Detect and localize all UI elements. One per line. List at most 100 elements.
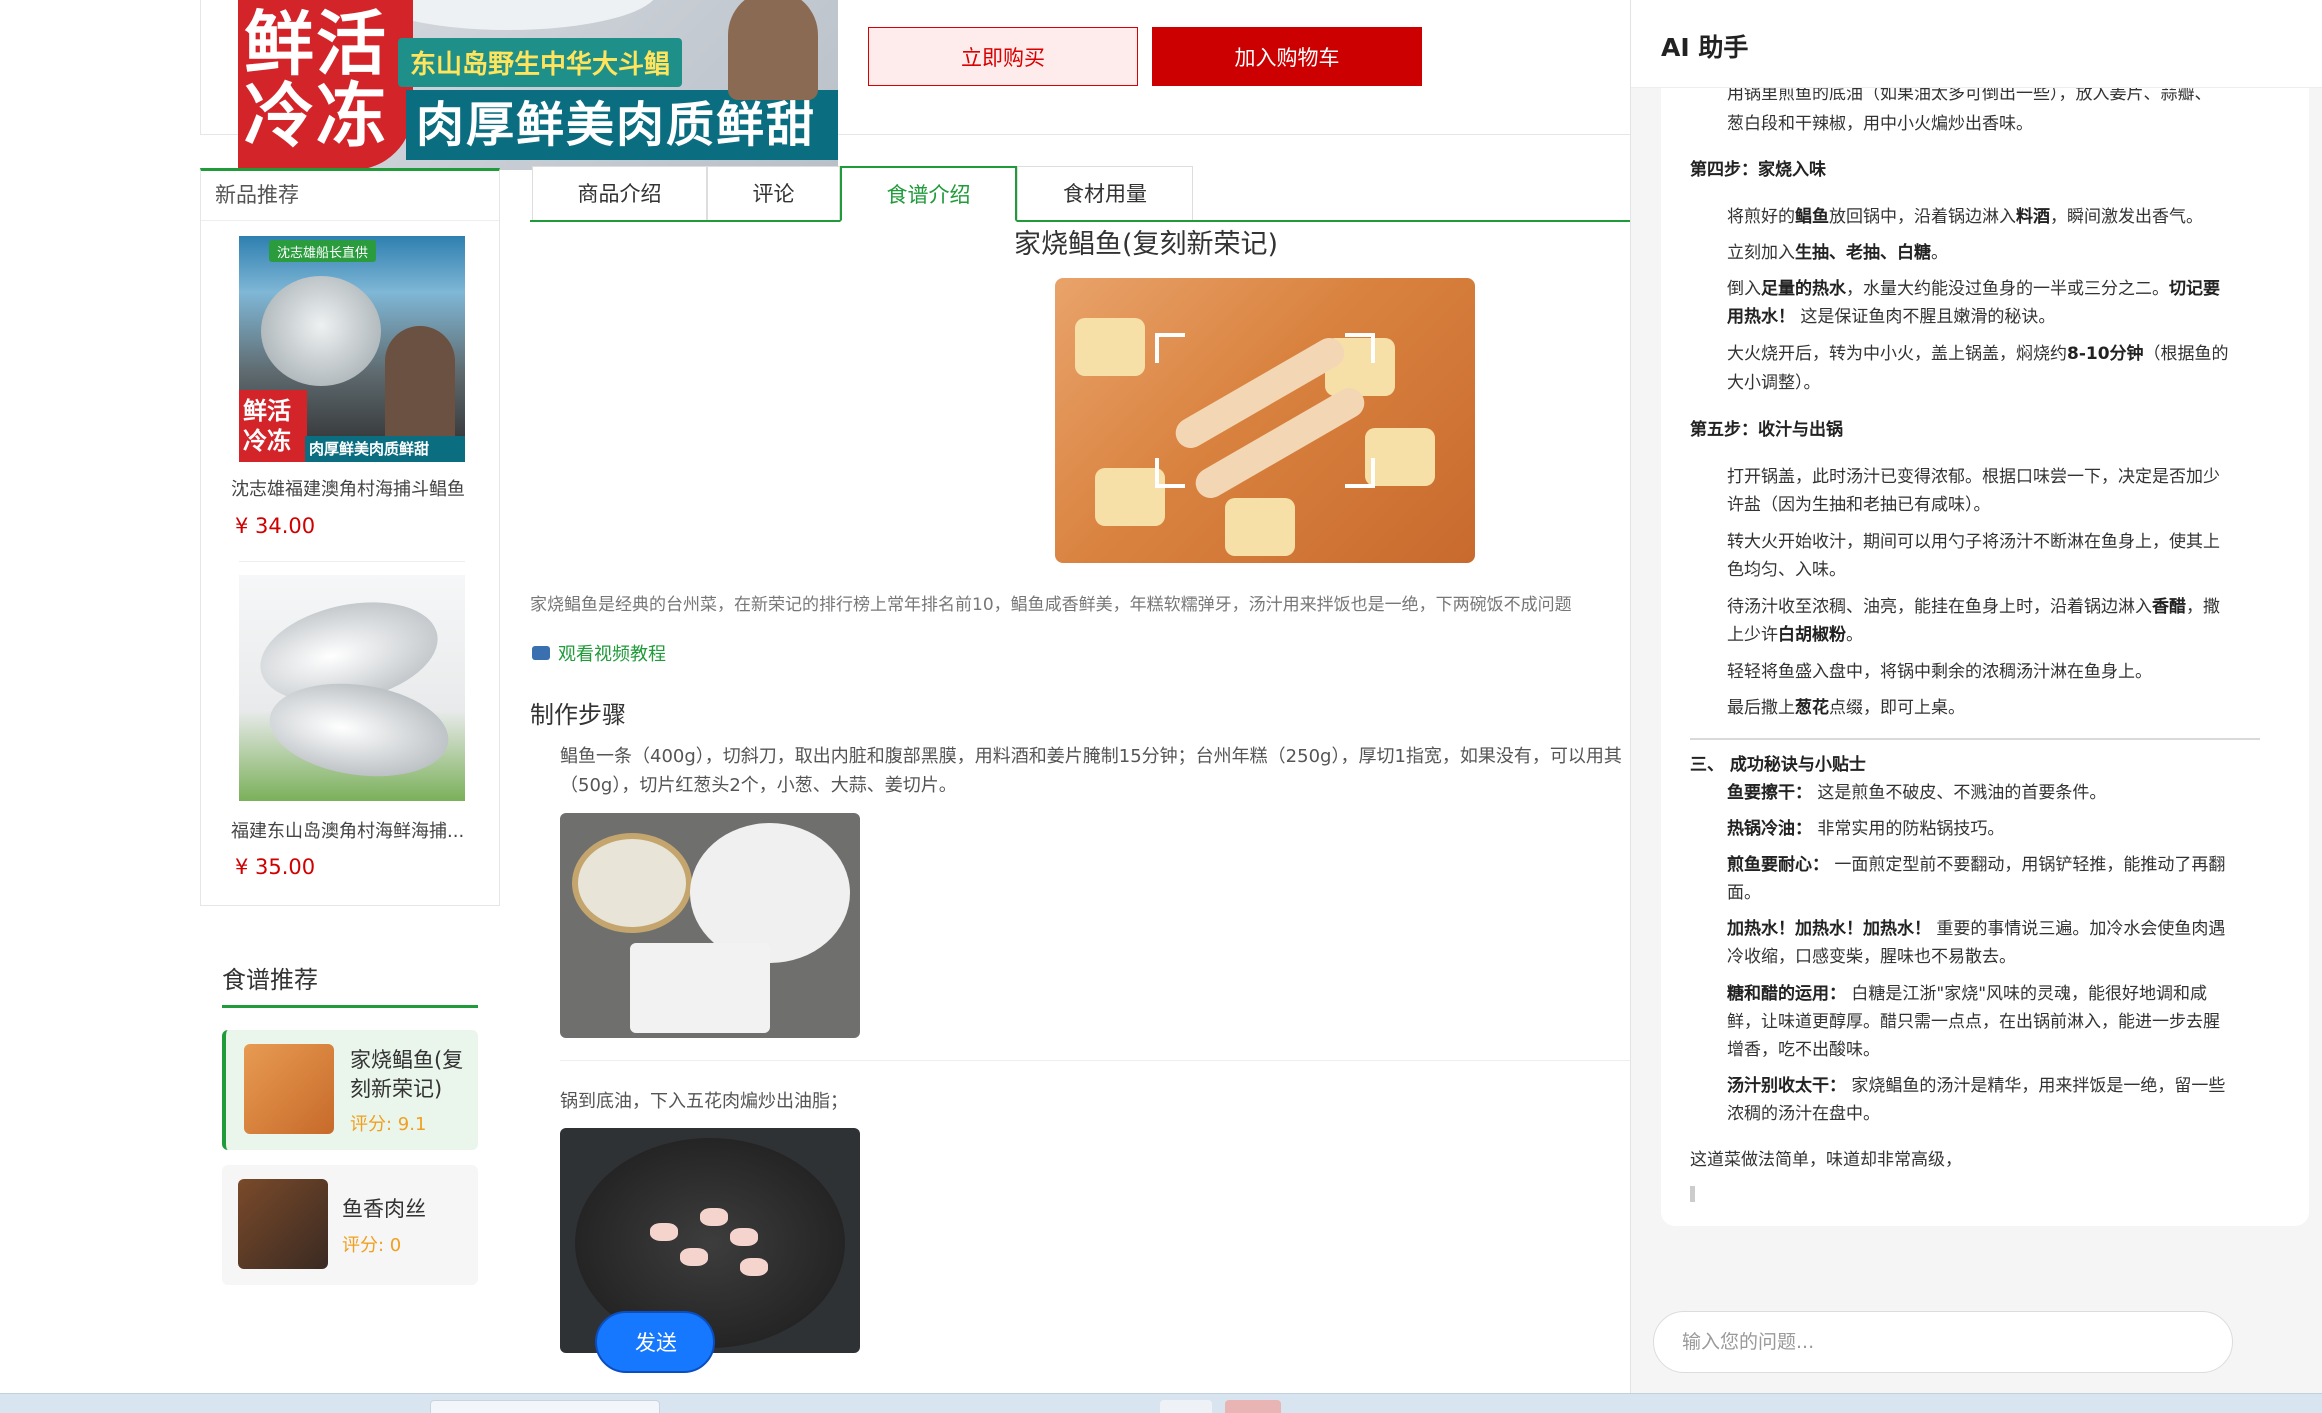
recipe-card-score: 评分: 0 [342, 1235, 402, 1256]
step-1-line-2: （50g），切片红葱头2个，小葱、大蒜、姜切片。 [560, 775, 957, 796]
thumb-red-label: 鲜活 冷冻 [239, 390, 307, 462]
video-icon [532, 646, 550, 660]
rice-cake [1225, 498, 1295, 556]
recipe-card-score: 评分: 9.1 [350, 1114, 427, 1135]
new-products-title: 新品推荐 [201, 171, 499, 221]
captain-graphic [385, 326, 455, 436]
watch-video-link[interactable]: 观看视频教程 [532, 640, 666, 666]
ai-line: 葱白段和干辣椒，用中小火煸炒出香味。 [1727, 114, 2033, 134]
thumb-strip: 肉厚鲜美肉质鲜甜 [305, 436, 465, 462]
step-2-text: 锅到底油，下入五花肉煸炒出油脂； [560, 1091, 848, 1112]
ai-header: AI 助手 [1631, 0, 2322, 88]
ai-tip: 冷收缩，口感变柴，腥味也不易散去。 [1727, 947, 2016, 967]
step-1-text: 鲳鱼一条（400g），切斜刀，取出内脏和腹部黑膜，用料酒和姜片腌制15分钟；台州… [560, 742, 1630, 800]
ai-question-input[interactable] [1653, 1311, 2233, 1373]
recipe-card-thumb [238, 1179, 328, 1269]
fish-graphic [261, 276, 381, 386]
new-product-2-image[interactable] [239, 575, 465, 801]
ai-line: 许盐（因为生抽和老抽已有咸味）。 [1727, 495, 1991, 515]
ai-line: 轻轻将鱼盛入盘中，将锅中剩余的浓稠汤汁淋在鱼身上。 [1727, 662, 2152, 682]
divider [239, 561, 465, 562]
ai-line: 转大火开始收汁，期间可以用勺子将汤汁不断淋在鱼身上，使其上 [1727, 532, 2220, 552]
ai-line: 立刻加入生抽、老抽、白糖。 [1727, 243, 1948, 263]
tab-product-intro[interactable]: 商品介绍 [532, 166, 707, 220]
thumb-badge: 沈志雄船长直供 [269, 240, 377, 262]
meat-piece [700, 1208, 728, 1226]
ai-line: 用锅里煎鱼的底油（如果油太多可倒出一些），放入姜片、蒜瓣、 [1727, 88, 2212, 104]
send-button[interactable]: 发送 [595, 1311, 715, 1373]
ai-line: 用热水！ 这是保证鱼肉不腥且嫩滑的秘诀。 [1727, 307, 2056, 327]
ai-line: 这道菜做法简单，味道却非常高级， [1690, 1150, 1962, 1170]
rice-cake [1365, 428, 1435, 486]
plate-graphic [690, 823, 850, 963]
tray-graphic [630, 943, 770, 1033]
tab-ingredients[interactable]: 食材用量 [1017, 166, 1193, 220]
recipe-card-1[interactable]: 家烧鲳鱼(复刻新荣记) 评分: 9.1 [222, 1030, 478, 1150]
taskbar-item[interactable] [1160, 1400, 1212, 1413]
hero-person [728, 0, 818, 100]
meat-piece [680, 1248, 708, 1266]
ai-message: 用锅里煎鱼的底油（如果油太多可倒出一些），放入姜片、蒜瓣、 葱白段和干辣椒，用中… [1661, 88, 2309, 1226]
ai-title: AI 助手 [1661, 33, 1749, 62]
product-hero-image[interactable]: 鲜活 冷冻 东山岛野生中华大斗鲳 肉厚鲜美肉质鲜甜 [238, 0, 838, 170]
recipe-recommend-title: 食谱推荐 [222, 966, 318, 994]
ai-line: 色均匀、入味。 [1727, 560, 1846, 580]
ai-tip: 糖和醋的运用： 白糖是江浙"家烧"风味的灵魂，能很好地调和咸 [1727, 984, 2208, 1004]
new-product-2-price: ¥ 35.00 [235, 855, 316, 879]
scan-corner [1345, 458, 1375, 488]
ai-section-heading: 三、 成功秘诀与小贴士 [1690, 755, 1866, 775]
ai-tip: 煎鱼要耐心： 一面煎定型前不要翻动，用锅铲轻推，能推动了再翻 [1727, 855, 2226, 875]
rice-cake [1075, 318, 1145, 376]
typing-caret [1690, 1186, 1695, 1202]
ai-tip: 鲜，让味道更醇厚。醋只需一点点，在出锅前淋入，能进一步去腥 [1727, 1012, 2220, 1032]
ai-line: 将煎好的鲳鱼放回锅中，沿着锅边淋入料酒，瞬间激发出香气。 [1727, 207, 2203, 227]
ai-line: 上少许白胡椒粉。 [1727, 625, 1863, 645]
ai-line: 打开锅盖，此时汤汁已变得浓郁。根据口味尝一下，决定是否加少 [1727, 467, 2220, 487]
recipe-title: 家烧鲳鱼(复刻新荣记) [1013, 229, 1279, 260]
step-1-line-1: 鲳鱼一条（400g），切斜刀，取出内脏和腹部黑膜，用料酒和姜片腌制15分钟；台州… [560, 746, 1622, 767]
ai-tip: 面。 [1727, 883, 1761, 903]
product-tabs: 商品介绍 评论 食谱介绍 食材用量 [530, 166, 1630, 222]
add-to-cart-button[interactable]: 加入购物车 [1152, 27, 1422, 86]
new-product-1-name[interactable]: 沈志雄福建澳角村海捕斗鲳鱼 [231, 475, 481, 501]
ai-line: 待汤汁收至浓稠、油亮，能挂在鱼身上时，沿着锅边淋入香醋，撒 [1727, 597, 2220, 617]
recipe-card-thumb [244, 1044, 334, 1134]
ai-step-heading: 第五步：收汁与出锅 [1690, 420, 1843, 440]
new-product-1-price: ¥ 34.00 [235, 514, 316, 538]
new-product-2-name[interactable]: 福建东山岛澳角村海鲜海捕... [231, 817, 481, 843]
ai-assistant-panel: AI 助手 用锅里煎鱼的底油（如果油太多可倒出一些），放入姜片、蒜瓣、 葱白段和… [1630, 0, 2322, 1393]
recipe-card-name: 家烧鲳鱼(复刻新荣记) [350, 1048, 464, 1101]
taskbar-item[interactable] [430, 1400, 660, 1413]
bowl-graphic [572, 833, 692, 933]
ai-tip: 鱼要擦干： 这是煎鱼不破皮、不溅油的首要条件。 [1727, 783, 2107, 803]
recipe-main-photo[interactable] [1055, 278, 1475, 563]
hero-tag: 东山岛野生中华大斗鲳 [398, 38, 683, 87]
ai-tip: 浓稠的汤汁在盘中。 [1727, 1104, 1880, 1124]
buy-now-button[interactable]: 立即购买 [868, 27, 1138, 86]
meat-piece [730, 1228, 758, 1246]
scan-corner [1345, 333, 1375, 363]
hero-strip: 肉厚鲜美肉质鲜甜 [406, 90, 838, 160]
ai-line: 倒入足量的热水，水量大约能没过鱼身的一半或三分之二。切记要 [1727, 279, 2220, 299]
steps-heading: 制作步骤 [530, 701, 626, 729]
step-divider [560, 1060, 1630, 1061]
ai-divider [1690, 738, 2260, 740]
ai-tip: 汤汁别收太干： 家烧鲳鱼的汤汁是精华，用来拌饭是一绝，留一些 [1727, 1076, 2226, 1096]
ai-tip: 热锅冷油： 非常实用的防粘锅技巧。 [1727, 819, 2005, 839]
new-products-panel: 新品推荐 沈志雄船长直供 鲜活 冷冻 肉厚鲜美肉质鲜甜 沈志雄福建澳角村海捕斗鲳… [200, 168, 500, 906]
tab-recipe-intro[interactable]: 食谱介绍 [840, 166, 1017, 222]
meat-piece [650, 1223, 678, 1241]
ai-line: 大火烧开后，转为中小火，盖上锅盖，焖烧约8-10分钟（根据鱼的 [1727, 344, 2229, 364]
step-1-photo[interactable] [560, 813, 860, 1038]
new-product-1-image[interactable]: 沈志雄船长直供 鲜活 冷冻 肉厚鲜美肉质鲜甜 [239, 236, 465, 462]
recipe-intro: 家烧鲳鱼是经典的台州菜，在新荣记的排行榜上常年排名前10，鲳鱼咸香鲜美，年糕软糯… [530, 595, 1572, 615]
taskbar-item[interactable] [1225, 1400, 1281, 1413]
tab-reviews[interactable]: 评论 [707, 166, 840, 220]
meat-piece [740, 1258, 768, 1276]
recipe-card-2[interactable]: 鱼香肉丝 评分: 0 [222, 1165, 478, 1285]
ai-line: 最后撒上葱花点缀，即可上桌。 [1727, 698, 1965, 718]
watch-video-label: 观看视频教程 [558, 644, 666, 665]
ai-tip: 加热水！加热水！加热水！ 重要的事情说三遍。加冷水会使鱼肉遇 [1727, 919, 2226, 939]
scan-corner [1155, 458, 1185, 488]
recipe-recommend-underline [222, 1005, 478, 1008]
